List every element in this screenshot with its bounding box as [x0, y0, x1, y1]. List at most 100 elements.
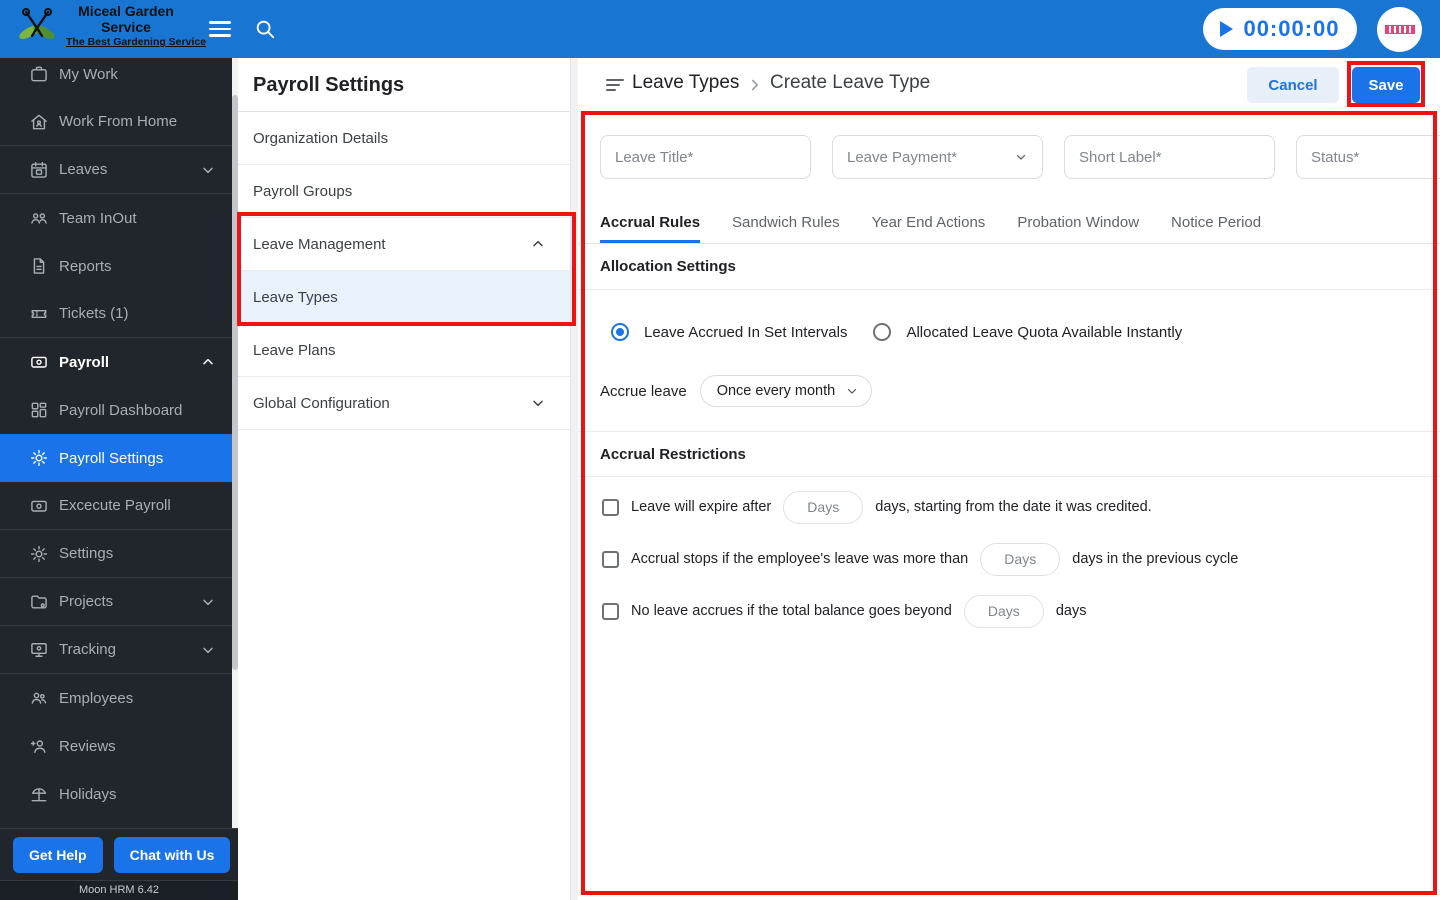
- accrual-restrictions-header: Accrual Restrictions: [578, 431, 1440, 477]
- settings-item-leave-types[interactable]: Leave Types: [238, 271, 570, 324]
- avatar[interactable]: [1377, 7, 1422, 52]
- home-icon: [29, 112, 49, 132]
- payroll-settings-panel: Payroll Settings Organization Details Pa…: [238, 58, 571, 900]
- chevron-down-icon: [200, 642, 216, 658]
- sidebar-item-employees[interactable]: Employees: [0, 674, 232, 722]
- cancel-button[interactable]: Cancel: [1247, 67, 1339, 103]
- gear-icon: [29, 544, 49, 564]
- days-input-pill[interactable]: [980, 542, 1061, 576]
- sidebar-item-excecute-payroll[interactable]: Excecute Payroll: [0, 482, 232, 530]
- sidebar-item-label: My Work: [59, 65, 118, 83]
- short-label-input[interactable]: [1079, 148, 1260, 166]
- settings-item-label: Leave Plans: [253, 341, 336, 359]
- restriction-row-accrual-stop: Accrual stops if the employee's leave wa…: [602, 542, 1238, 576]
- banknote-icon: [29, 496, 49, 516]
- sidebar-item-holidays[interactable]: Holidays: [0, 770, 232, 818]
- radio-allocated-instantly[interactable]: [873, 323, 892, 341]
- chevron-down-icon: [848, 388, 857, 394]
- status-select[interactable]: [1296, 135, 1440, 179]
- search-icon[interactable]: [250, 14, 280, 44]
- settings-item-global-configuration[interactable]: Global Configuration: [238, 377, 570, 430]
- sidebar: My Work Work From Home Leaves Team InOut: [0, 58, 232, 828]
- settings-item-organization-details[interactable]: Organization Details: [238, 112, 570, 165]
- checkbox-balance-cap[interactable]: [602, 602, 619, 620]
- leave-title-field[interactable]: [600, 135, 811, 179]
- sidebar-item-label: Holidays: [59, 785, 117, 803]
- chat-with-us-button[interactable]: Chat with Us: [113, 837, 231, 873]
- sidebar-item-tickets[interactable]: Tickets (1): [0, 290, 232, 338]
- garden-shears-icon: [19, 7, 55, 39]
- sidebar-item-label: Leaves: [59, 161, 108, 178]
- expire-days-input[interactable]: [784, 491, 863, 523]
- sidebar-item-tracking[interactable]: Tracking: [0, 626, 232, 674]
- settings-item-label: Payroll Groups: [253, 182, 353, 200]
- sidebar-item-leaves[interactable]: Leaves: [0, 146, 232, 194]
- sidebar-item-payroll-settings[interactable]: Payroll Settings: [0, 434, 232, 482]
- sidebar-item-team-inout[interactable]: Team InOut: [0, 194, 232, 242]
- accrue-frequency-value: Once every month: [716, 383, 836, 399]
- settings-item-leave-plans[interactable]: Leave Plans: [238, 324, 570, 377]
- accrual-stop-days-input[interactable]: [981, 543, 1060, 575]
- tab-probation-window[interactable]: Probation Window: [1017, 205, 1139, 243]
- scrollbar-thumb[interactable]: [232, 95, 238, 670]
- tab-accrual-rules[interactable]: Accrual Rules: [600, 205, 701, 243]
- topbar: Miceal Garden Service The Best Gardening…: [0, 0, 1440, 58]
- days-input-pill[interactable]: [783, 490, 864, 524]
- sidebar-item-label: Reports: [59, 257, 112, 275]
- leave-payment-select[interactable]: [832, 135, 1043, 179]
- chevron-up-icon: [200, 354, 216, 370]
- logo-tagline: The Best Gardening Service: [66, 36, 207, 49]
- logo[interactable]: Miceal Garden Service The Best Gardening…: [14, 3, 206, 48]
- sidebar-item-payroll[interactable]: Payroll: [0, 338, 232, 386]
- restriction-text: Leave will expire after: [631, 499, 772, 515]
- accrue-leave-row: Accrue leave Once every month: [600, 375, 873, 407]
- leave-title-input[interactable]: [615, 148, 796, 166]
- sidebar-scrollbar[interactable]: [232, 58, 238, 828]
- folder-icon: [29, 592, 49, 612]
- short-label-field[interactable]: [1064, 135, 1275, 179]
- chevron-down-icon: [1014, 150, 1028, 164]
- leave-payment-input[interactable]: [847, 148, 1008, 166]
- balance-cap-days-input[interactable]: [964, 595, 1043, 627]
- settings-item-leave-management[interactable]: Leave Management: [238, 218, 570, 271]
- sidebar-item-reports[interactable]: Reports: [0, 242, 232, 290]
- restriction-text: days: [1055, 603, 1087, 619]
- chevron-down-icon: [200, 162, 216, 178]
- avatar-brand-mark: [1384, 25, 1415, 34]
- status-input[interactable]: [1311, 148, 1440, 166]
- checkbox-accrual-stops[interactable]: [602, 550, 619, 568]
- sidebar-item-payroll-dashboard[interactable]: Payroll Dashboard: [0, 386, 232, 434]
- settings-item-payroll-groups[interactable]: Payroll Groups: [238, 165, 570, 218]
- document-icon: [29, 256, 49, 276]
- briefcase-icon: [29, 64, 49, 84]
- sidebar-item-reviews[interactable]: Reviews: [0, 722, 232, 770]
- radio-label: Leave Accrued In Set Intervals: [644, 323, 848, 341]
- checkbox-leave-expire[interactable]: [602, 498, 619, 516]
- sidebar-item-label: Reviews: [59, 737, 116, 755]
- tab-year-end-actions[interactable]: Year End Actions: [872, 205, 986, 243]
- menu-icon[interactable]: [205, 14, 235, 44]
- tab-notice-period[interactable]: Notice Period: [1171, 205, 1261, 243]
- breadcrumb-leave-types[interactable]: Leave Types: [632, 72, 739, 94]
- panel-title: Payroll Settings: [238, 58, 570, 112]
- get-help-button[interactable]: Get Help: [13, 837, 103, 873]
- sidebar-item-label: Excecute Payroll: [59, 497, 171, 514]
- sidebar-item-work-from-home[interactable]: Work From Home: [0, 98, 232, 146]
- tab-sandwich-rules[interactable]: Sandwich Rules: [732, 205, 840, 243]
- timer-widget[interactable]: 00:00:00: [1203, 8, 1357, 50]
- radio-leave-accrued-intervals[interactable]: [611, 323, 629, 341]
- filter-lines-icon[interactable]: [605, 77, 625, 93]
- accrue-frequency-select[interactable]: Once every month: [699, 375, 873, 407]
- restriction-text: Accrual stops if the employee's leave wa…: [631, 551, 969, 567]
- main-content: Leave Types Create Leave Type Cancel Sav…: [578, 58, 1440, 900]
- sidebar-item-projects[interactable]: Projects: [0, 578, 232, 626]
- save-button[interactable]: Save: [1352, 67, 1420, 103]
- sidebar-item-settings[interactable]: Settings: [0, 530, 232, 578]
- chevron-down-icon: [200, 594, 216, 610]
- restriction-row-expiry: Leave will expire after days, starting f…: [602, 490, 1152, 524]
- breadcrumb: Leave Types Create Leave Type Cancel Sav…: [578, 58, 1440, 112]
- sidebar-item-my-work[interactable]: My Work: [0, 58, 232, 98]
- chevron-right-icon: [746, 76, 764, 94]
- sidebar-item-label: Projects: [59, 593, 114, 610]
- days-input-pill[interactable]: [963, 594, 1044, 628]
